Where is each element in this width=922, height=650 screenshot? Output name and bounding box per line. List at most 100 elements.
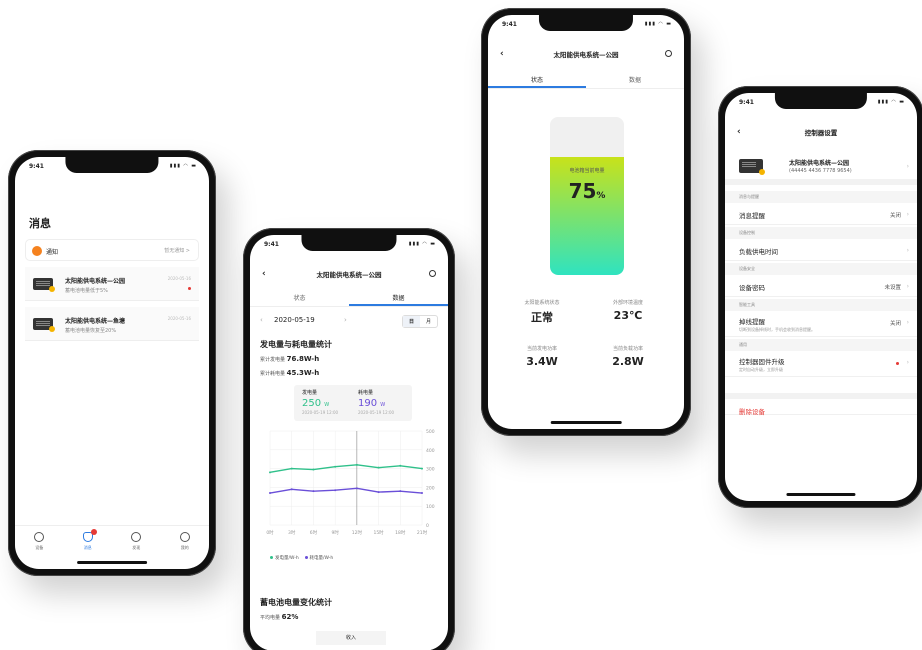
avg-battery: 平均电量 62% xyxy=(260,613,298,621)
section-title: 蓄电池电量变化统计 xyxy=(260,598,332,607)
tab-label: 我的 xyxy=(180,545,189,550)
list-item[interactable]: 太阳能供电系统—公园 蓄电池电量低于5% 2020-05-16 xyxy=(25,267,199,301)
battery-fill xyxy=(550,156,624,275)
device-card[interactable]: 太阳能供电系统—公园 (44445 4436 7778 9654) › xyxy=(725,149,917,185)
y-tick-label: 0 xyxy=(426,523,429,529)
current-date[interactable]: 2020-05-19 xyxy=(274,316,315,324)
badge xyxy=(90,529,97,535)
row-load-time[interactable]: 负载供电时间 › xyxy=(725,239,917,261)
y-tick-label: 300 xyxy=(426,467,435,473)
line-chart[interactable]: 500 400 300 200 100 0 0时 3时 6时 9时 12时 15时 18时 21时 xyxy=(266,425,446,545)
date-picker: ‹ 2020-05-19 › 日 月 xyxy=(260,315,438,329)
tab-label: 发现 xyxy=(132,545,141,550)
gear-icon[interactable] xyxy=(665,50,672,57)
data-point xyxy=(290,488,293,491)
tab-discover[interactable]: 发现 xyxy=(121,532,151,555)
tab-status[interactable]: 状态 xyxy=(250,289,349,306)
status-time: 9:41 xyxy=(502,21,517,28)
x-tick-label: 3时 xyxy=(288,529,296,536)
device-id: (44445 4436 7778 9654) xyxy=(789,168,852,174)
tab-status[interactable]: 状态 xyxy=(488,71,586,88)
row-password[interactable]: 设备密码 未设置 › xyxy=(725,275,917,297)
tooltip-time: 2020-05-19 12:00 xyxy=(302,410,339,415)
stat-label: 外部环境温度 xyxy=(612,300,643,306)
section-header: 智能工具 xyxy=(725,299,917,311)
row-sublabel: 定时自动升级，立即升级 xyxy=(739,367,783,372)
tab-label: 设备 xyxy=(35,545,44,550)
phone-status: 9:41 ▮▮▮ ◠ ▬ ‹ 太阳能供电系统—公园 状态 数据 电池箱当前电量 … xyxy=(481,8,691,436)
row-firmware-upgrade[interactable]: 控制器固件升级 定时自动升级，立即升级 › xyxy=(725,351,917,377)
status-time: 9:41 xyxy=(29,163,44,170)
tooltip-time: 2020-05-19 12:00 xyxy=(358,410,395,415)
notch xyxy=(774,93,868,109)
data-point xyxy=(377,491,380,494)
stat-label: 当前发电功率 xyxy=(526,346,557,352)
row-message-reminder[interactable]: 消息提醒 关闭 › xyxy=(725,203,917,225)
nav-bar: ‹ 太阳能供电系统—公园 xyxy=(250,269,448,285)
next-date-icon[interactable]: › xyxy=(344,316,347,324)
data-point xyxy=(399,490,402,493)
tab-switcher: 状态 数据 xyxy=(250,289,448,307)
x-tick-label: 18时 xyxy=(395,529,406,536)
section-header: 设备控制 xyxy=(725,227,917,239)
x-tick-label: 21时 xyxy=(417,529,428,536)
stat-value: 正常 xyxy=(531,311,553,324)
notice-bar[interactable]: 通知 暂无通知 > xyxy=(25,239,199,261)
home-indicator[interactable] xyxy=(77,561,147,564)
data-point xyxy=(355,463,358,466)
gear-icon[interactable] xyxy=(429,270,436,277)
row-delete-device[interactable]: 删除设备 xyxy=(725,393,917,416)
device-name: 太阳能供电系统—公园 xyxy=(789,160,850,167)
chevron-right-icon: › xyxy=(906,283,909,290)
tab-profile[interactable]: 我的 xyxy=(170,532,200,555)
message-date: 2020-05-16 xyxy=(167,316,191,321)
data-point xyxy=(421,467,423,470)
range-day-button[interactable]: 日 xyxy=(402,316,420,327)
section-header: 设备安全 xyxy=(725,263,917,275)
range-month-button[interactable]: 月 xyxy=(420,316,437,327)
chevron-right-icon: › xyxy=(906,211,909,218)
stat-value: 2.8W xyxy=(612,355,644,368)
legend-use: 耗电量/W-h xyxy=(304,556,333,561)
tab-data[interactable]: 数据 xyxy=(349,289,448,306)
data-point xyxy=(269,492,271,495)
back-icon[interactable]: ‹ xyxy=(262,269,266,279)
home-indicator[interactable] xyxy=(550,421,622,424)
data-point xyxy=(290,467,293,470)
row-value: 关闭 xyxy=(889,213,901,219)
row-value: 关闭 xyxy=(889,321,901,327)
section-header: 消息与提醒 xyxy=(725,191,917,203)
tooltip-value: 190 W xyxy=(358,398,394,409)
home-indicator[interactable] xyxy=(786,493,856,496)
signal-wifi-battery-icon: ▮▮▮ ◠ ▬ xyxy=(644,21,672,27)
back-icon[interactable]: ‹ xyxy=(737,127,741,137)
compass-icon xyxy=(131,532,142,542)
notice-label: 通知 xyxy=(46,249,59,256)
message-date: 2020-05-16 xyxy=(167,276,191,281)
tab-messages[interactable]: 消息 xyxy=(73,529,103,555)
x-tick-label: 9时 xyxy=(331,529,339,536)
tab-data[interactable]: 数据 xyxy=(586,71,684,88)
prev-date-icon[interactable]: ‹ xyxy=(260,316,263,324)
unit: W xyxy=(324,402,330,408)
row-disconnect-alert[interactable]: 掉线提醒 切断到设备掉线时，手机会收到消息提醒。 关闭 › xyxy=(725,311,917,337)
delete-device-button[interactable]: 删除设备 xyxy=(739,406,765,416)
chevron-right-icon: › xyxy=(906,247,909,254)
status-time: 9:41 xyxy=(264,241,279,248)
notice-action[interactable]: 暂无通知 > xyxy=(164,247,190,254)
back-icon[interactable]: ‹ xyxy=(500,49,504,59)
tooltip-label: 发电量 xyxy=(302,390,318,396)
x-tick-label: 15时 xyxy=(373,529,384,536)
tab-device[interactable]: 设备 xyxy=(24,532,54,555)
legend-dot xyxy=(304,556,308,559)
value: 250 xyxy=(302,398,322,409)
list-item[interactable]: 太阳能供电系统—鱼塘 蓄电池电量恢复至20% 2020-05-16 xyxy=(25,307,199,341)
y-tick-label: 500 xyxy=(426,429,435,435)
message-subtitle: 蓄电池电量恢复至20% xyxy=(65,328,117,334)
total-generation: 累计发电量 76.8W-h xyxy=(260,355,319,363)
nav-title: 太阳能供电系统—公园 xyxy=(553,51,619,59)
chevron-right-icon: › xyxy=(906,319,909,326)
chevron-right-icon: › xyxy=(906,359,909,366)
device-tab-icon xyxy=(34,532,45,542)
tooltip-value: 250 W xyxy=(302,398,338,409)
